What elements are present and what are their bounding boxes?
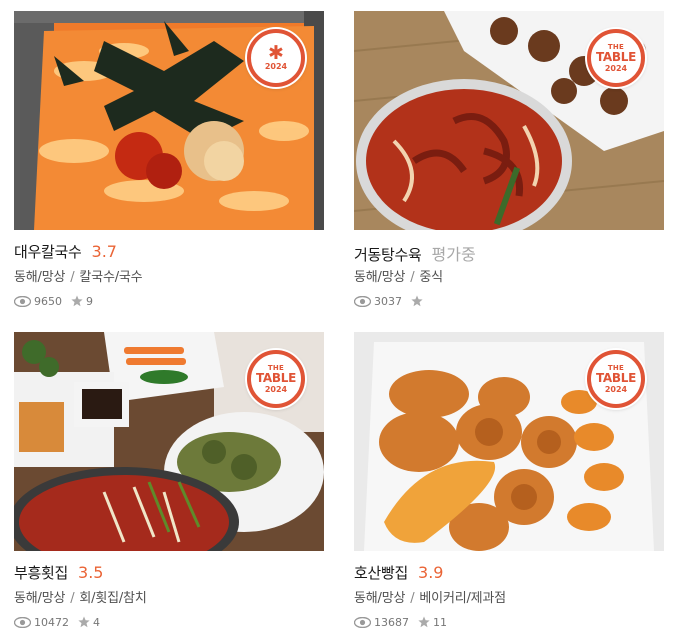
restaurant-name[interactable]: 대우칼국수 — [14, 241, 82, 262]
star-icon — [78, 616, 90, 628]
award-badge: ✱ 2024 — [247, 29, 305, 87]
eye-icon — [14, 295, 31, 307]
location: 동해/망상 — [354, 270, 406, 285]
restaurant-card: THE TABLE 2024 부흥횟집 3.5 동해/망상 / 회/횟집/참치 10… — [14, 332, 324, 630]
review-count: 11 — [433, 615, 447, 629]
restaurant-photo[interactable]: ✱ 2024 — [14, 11, 324, 230]
restaurant-photo[interactable]: THE TABLE 2024 — [354, 11, 664, 230]
separator: / — [410, 591, 415, 606]
title-row: 대우칼국수 3.7 — [14, 241, 324, 263]
restaurant-card: THE TABLE 2024 호산빵집 3.9 동해/망상 / 베이커리/제과점 1… — [354, 332, 664, 630]
restaurant-meta: 동해/망상 / 중식 — [354, 266, 664, 285]
rating: 평가중 — [431, 245, 476, 264]
star-icon: ✱ — [268, 42, 284, 64]
award-badge: THE TABLE 2024 — [247, 350, 305, 408]
badge-table: TABLE — [595, 370, 637, 385]
restaurant-photo[interactable]: THE TABLE 2024 — [14, 332, 324, 551]
review-count: 4 — [93, 615, 100, 629]
badge-year: 2024 — [264, 384, 288, 394]
restaurant-photo[interactable]: THE TABLE 2024 — [354, 332, 664, 551]
rating: 3.9 — [418, 563, 444, 582]
view-count: 3037 — [374, 294, 402, 308]
category: 중식 — [419, 270, 443, 285]
stats: 3037 — [354, 293, 664, 309]
view-count: 9650 — [34, 294, 62, 308]
restaurant-meta: 동해/망상 / 베이커리/제과점 — [354, 587, 664, 606]
award-badge: THE TABLE 2024 — [587, 350, 645, 408]
restaurant-meta: 동해/망상 / 칼국수/국수 — [14, 266, 324, 285]
restaurant-name[interactable]: 부흥횟집 — [14, 562, 68, 583]
location: 동해/망상 — [14, 591, 66, 606]
badge-year: 2024 — [604, 384, 628, 394]
award-badge: THE TABLE 2024 — [587, 29, 645, 87]
review-count: 9 — [86, 294, 93, 308]
location: 동해/망상 — [14, 270, 66, 285]
restaurant-card: ✱ 2024 대우칼국수 3.7 동해/망상 / 칼국수/국수 9650 9 — [14, 11, 324, 309]
rating: 3.7 — [91, 242, 117, 261]
star-icon — [411, 295, 423, 307]
eye-icon — [354, 616, 371, 628]
title-row: 부흥횟집 3.5 — [14, 562, 324, 584]
separator: / — [70, 270, 75, 285]
location: 동해/망상 — [354, 591, 406, 606]
stats: 10472 4 — [14, 614, 324, 630]
view-count: 13687 — [374, 615, 409, 629]
stats: 9650 9 — [14, 293, 324, 309]
separator: / — [410, 270, 415, 285]
badge-year: 2024 — [264, 62, 288, 71]
category: 칼국수/국수 — [79, 270, 143, 285]
restaurant-name[interactable]: 거동탕수육 — [354, 244, 422, 265]
restaurant-meta: 동해/망상 / 회/횟집/참치 — [14, 587, 324, 606]
rating: 3.5 — [78, 563, 104, 582]
title-row: 호산빵집 3.9 — [354, 562, 664, 584]
star-icon — [418, 616, 430, 628]
badge-table: TABLE — [595, 49, 637, 64]
stats: 13687 11 — [354, 614, 664, 630]
restaurant-card: THE TABLE 2024 거동탕수육 평가중 동해/망상 / 중식 3037 — [354, 11, 664, 309]
badge-year: 2024 — [604, 63, 628, 73]
category: 베이커리/제과점 — [419, 591, 506, 606]
title-row: 거동탕수육 평가중 — [354, 241, 664, 265]
restaurant-name[interactable]: 호산빵집 — [354, 562, 408, 583]
view-count: 10472 — [34, 615, 69, 629]
eye-icon — [14, 616, 31, 628]
eye-icon — [354, 295, 371, 307]
star-icon — [71, 295, 83, 307]
separator: / — [70, 591, 75, 606]
badge-table: TABLE — [255, 370, 297, 385]
category: 회/횟집/참치 — [79, 591, 147, 606]
